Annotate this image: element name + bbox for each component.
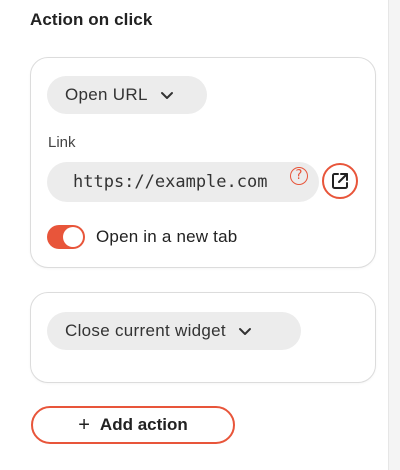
open-link-button[interactable] [322, 163, 358, 199]
action-settings-panel: Action on click Open URL Link https://ex… [0, 0, 388, 470]
section-title: Action on click [30, 10, 153, 29]
scroll-edge [388, 0, 400, 470]
action-type-dropdown[interactable]: Open URL [47, 76, 207, 114]
new-tab-label: Open in a new tab [96, 227, 238, 246]
external-link-icon [330, 171, 350, 191]
link-url-value: https://example.com [73, 172, 268, 192]
toggle-knob [63, 227, 83, 247]
plus-icon: + [78, 414, 90, 436]
add-action-label: Add action [99, 415, 188, 434]
chevron-down-icon [238, 324, 252, 338]
new-tab-toggle-row: Open in a new tab [47, 224, 237, 250]
help-icon[interactable]: ? [290, 167, 308, 185]
action-card-open-url: Open URL Link https://example.com ? Open… [30, 57, 376, 268]
action-card-close-widget: Close current widget [30, 292, 376, 383]
new-tab-toggle[interactable] [47, 225, 85, 249]
add-action-button[interactable]: + Add action [31, 406, 235, 444]
action-type-dropdown-2[interactable]: Close current widget [47, 312, 301, 350]
chevron-down-icon [160, 88, 174, 102]
action-type-label-2: Close current widget [65, 321, 226, 340]
action-type-label: Open URL [65, 85, 148, 104]
link-label: Link [48, 134, 76, 151]
link-url-input[interactable]: https://example.com [47, 162, 319, 202]
